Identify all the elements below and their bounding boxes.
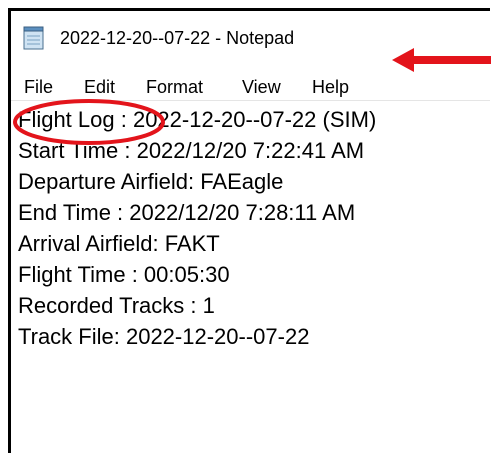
menu-view[interactable]: View (242, 77, 281, 98)
menu-edit[interactable]: Edit (84, 77, 115, 98)
line-track-file: Track File: 2022-12-20--07-22 (18, 324, 310, 349)
menu-format[interactable]: Format (146, 77, 203, 98)
line-arrival-airfield: Arrival Airfield: FAKT (18, 231, 220, 256)
window-title: 2022-12-20--07-22 - Notepad (60, 28, 295, 48)
line-recorded-tracks: Recorded Tracks : 1 (18, 293, 215, 318)
line-flight-time: Flight Time : 00:05:30 (18, 262, 230, 287)
line-departure-airfield: Departure Airfield: FAEagle (18, 169, 284, 194)
menu-file[interactable]: File (24, 77, 53, 98)
arrow-left-icon (392, 48, 491, 72)
menu-help[interactable]: Help (312, 77, 349, 98)
notepad-icon (23, 26, 44, 50)
line-end-time: End Time : 2022/12/20 7:28:11 AM (18, 200, 356, 225)
highlight-ellipse (13, 99, 165, 145)
